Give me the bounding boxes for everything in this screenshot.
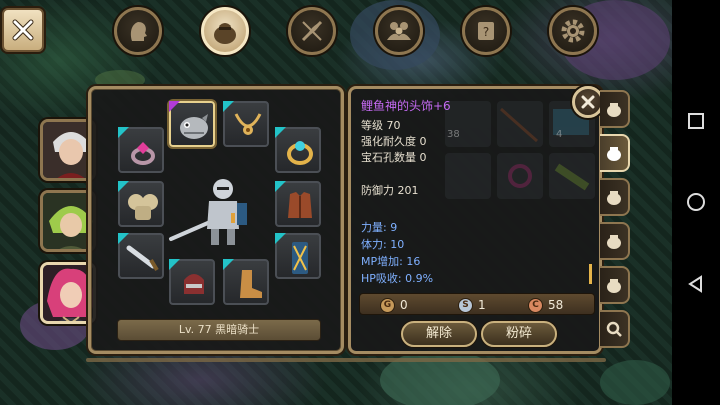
bottom-divider <box>86 358 606 362</box>
silver-coin-count: S 1 <box>458 297 486 313</box>
triangle-back-icon <box>688 275 702 293</box>
boots-icon <box>240 270 262 298</box>
silver-coin-icon: S <box>458 297 473 313</box>
bonus-mp: MP增加: 16 <box>361 255 421 268</box>
home-button[interactable] <box>686 192 706 212</box>
slot-ring-right[interactable] <box>275 127 321 173</box>
side-tab-search[interactable] <box>600 310 630 348</box>
item-durability: 强化耐久度 0 <box>361 135 427 148</box>
side-tab-bag-3[interactable] <box>600 178 630 216</box>
slot-weapon[interactable] <box>118 233 164 279</box>
character-model <box>165 159 269 255</box>
side-tab-bag-5[interactable] <box>600 266 630 304</box>
bag-icon <box>607 191 621 205</box>
svg-text:?: ? <box>483 25 489 39</box>
close-icon <box>12 19 34 41</box>
bonus-vitality: 体力: 10 <box>361 238 405 251</box>
ring-icon <box>287 141 313 165</box>
slot-shoulder[interactable] <box>118 181 164 227</box>
circle-icon <box>687 193 705 212</box>
item-level: 等级 70 <box>361 119 401 132</box>
unequip-button[interactable]: 解除 <box>401 321 477 347</box>
slot-shield[interactable] <box>275 233 321 279</box>
item-defense: 防御力 201 <box>361 184 419 197</box>
bag-icon <box>607 147 621 161</box>
head-silhouette-icon <box>130 22 147 41</box>
search-icon <box>606 321 622 337</box>
item-detail-panel: 38 4 鲤鱼神的头饰+6 等级 70 强化耐久度 0 宝石孔数量 0 防御力 … <box>348 86 602 354</box>
side-tab-bag-1[interactable] <box>600 90 630 128</box>
slot-helmet[interactable] <box>169 101 215 147</box>
sword-icon <box>126 245 159 272</box>
side-tab-bag-2[interactable] <box>600 134 630 172</box>
slot-armor[interactable] <box>275 181 321 227</box>
tab-character[interactable] <box>114 7 162 55</box>
gear-icon <box>561 19 585 43</box>
tab-party[interactable] <box>375 7 423 55</box>
slot-ring-left[interactable] <box>118 127 164 173</box>
slot-boots[interactable] <box>223 259 269 305</box>
bag-icon <box>214 23 236 44</box>
side-tab-bag-4[interactable] <box>600 222 630 260</box>
leather-armor-icon <box>288 192 312 218</box>
copper-coin-count: C 58 <box>528 297 563 313</box>
tab-quests[interactable]: ? <box>462 7 510 55</box>
gauntlet-icon <box>184 274 204 294</box>
character-level-class: Lv. 77 黑暗骑士 <box>117 319 321 341</box>
recent-apps-button[interactable] <box>686 111 706 131</box>
tab-inventory[interactable] <box>201 7 249 55</box>
bag-count: 4 <box>556 129 563 140</box>
bronze-coin-count: G 0 <box>380 297 408 313</box>
copper-coin-icon: C <box>528 297 543 313</box>
slot-necklace[interactable] <box>223 101 269 147</box>
scroll-indicator[interactable] <box>589 264 592 284</box>
android-navigation-bar <box>672 0 720 405</box>
scroll-icon: ? <box>478 22 494 40</box>
group-icon <box>387 22 411 40</box>
back-button[interactable] <box>686 274 706 294</box>
crossed-feather-icon <box>301 20 323 42</box>
bag-count: 38 <box>447 129 460 140</box>
ring-icon <box>131 142 155 165</box>
item-name: 鲤鱼神的头饰+6 <box>361 99 451 113</box>
destroy-button[interactable]: 粉碎 <box>481 321 557 347</box>
bonus-strength: 力量: 9 <box>361 221 398 234</box>
currency-bar: G 0 S 1 C 58 <box>359 293 595 315</box>
close-menu-button[interactable] <box>2 8 44 52</box>
shield-icon <box>292 242 308 274</box>
tab-skills[interactable] <box>288 7 336 55</box>
close-icon <box>581 95 595 109</box>
shoulder-armor-icon <box>128 194 158 220</box>
bronze-coin-icon: G <box>380 297 395 313</box>
tab-settings[interactable] <box>549 7 597 55</box>
bag-icon <box>607 279 621 293</box>
equipment-panel: Lv. 77 黑暗骑士 <box>88 86 344 354</box>
bonus-hp-absorb: HP吸收: 0.9% <box>361 272 434 285</box>
necklace-icon <box>234 113 262 135</box>
slot-gloves[interactable] <box>169 259 215 305</box>
bag-icon <box>607 103 621 117</box>
bag-icon <box>607 235 621 249</box>
item-gem-slots: 宝石孔数量 0 <box>361 151 427 164</box>
fish-helmet-icon <box>180 114 208 139</box>
square-icon <box>688 112 704 129</box>
